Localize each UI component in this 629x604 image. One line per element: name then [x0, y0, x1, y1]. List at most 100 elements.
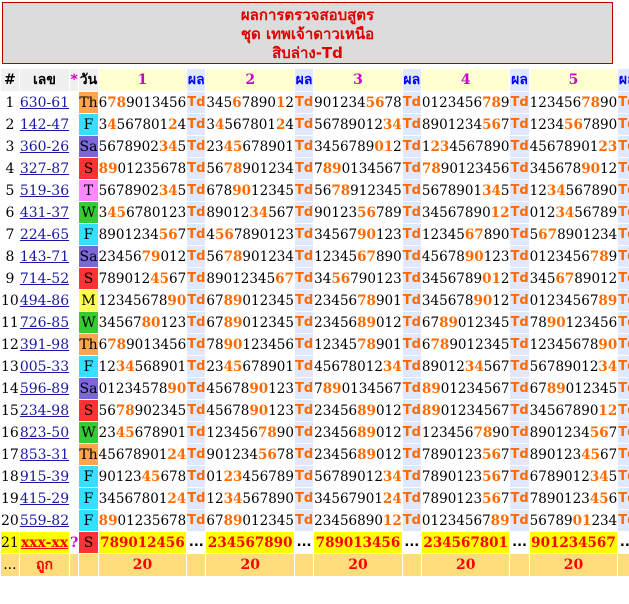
row-result-2: Td: [294, 422, 314, 443]
row-day-badge: Sa: [79, 136, 98, 157]
row-number-link[interactable]: 726-85: [19, 312, 70, 333]
row-sequence-1: 3456780124: [98, 114, 187, 135]
row-number-link[interactable]: 224-65: [19, 224, 70, 245]
row-result-4: Td: [510, 290, 529, 311]
row-result-2: Td: [294, 180, 314, 201]
row-number-link[interactable]: 391-98: [19, 334, 70, 355]
row-result-4: Td: [510, 114, 529, 135]
row-result-1: Td: [187, 136, 206, 157]
row-result-3: Td: [402, 158, 421, 179]
row-sequence-1: 8901235678: [98, 158, 187, 179]
row-day-badge: F: [79, 510, 98, 531]
row-number-link[interactable]: 853-31: [19, 444, 70, 465]
row-number-link[interactable]: 915-39: [19, 466, 70, 487]
table-row: 11 726-85 W 3456780123 Td 6789012345 Td 2345689…: [1, 312, 629, 333]
row-sequence-2: 8901234567: [206, 202, 294, 223]
prediction-dots-4: ...: [510, 532, 529, 553]
prediction-dots-1: ...: [187, 532, 206, 553]
row-number-link[interactable]: 142-47: [19, 114, 70, 135]
row-sequence-4: 1234567890: [421, 136, 510, 157]
row-result-2: Td: [294, 510, 314, 531]
row-result-5: Td: [618, 510, 629, 531]
row-result-5: Td: [618, 334, 629, 355]
row-sequence-2: 4567890123: [206, 378, 294, 399]
row-result-3: Td: [402, 378, 421, 399]
prediction-row: 21 xxx-xx ? S 789012456 ... 234567890 ..…: [1, 532, 629, 553]
row-number-link[interactable]: 005-33: [19, 356, 70, 377]
row-day-badge: F: [79, 224, 98, 245]
row-result-3: Td: [402, 356, 421, 377]
row-day-badge: W: [79, 422, 98, 443]
row-result-4: Td: [510, 400, 529, 421]
results-table: # เลข * วัน 1 ผล 2 ผล 3 ผล 4 ผล 5 ผล 163…: [0, 68, 629, 577]
row-index: 8: [1, 246, 19, 267]
col-hash: #: [1, 69, 19, 91]
row-index: 20: [1, 510, 19, 531]
row-sequence-2: 3456789012: [206, 92, 294, 113]
row-sequence-1: 9012345678: [98, 466, 187, 487]
row-result-3: Td: [402, 136, 421, 157]
row-sequence-2: 6789012345: [206, 312, 294, 333]
row-star: [70, 202, 79, 223]
prediction-day: S: [79, 532, 98, 553]
row-sequence-5: 3456789012: [529, 158, 618, 179]
row-sequence-2: 1234567890: [206, 488, 294, 509]
totals-row: ... ถูก 20 20 20 20 20: [1, 554, 629, 576]
totals-spacer: [70, 554, 79, 576]
row-sequence-3: 5678901234: [314, 114, 402, 135]
row-result-1: Td: [187, 488, 206, 509]
row-number-link[interactable]: 234-98: [19, 400, 70, 421]
row-result-3: Td: [402, 510, 421, 531]
table-row: 3 360-26 Sa 5678902345 Td 2345678901 Td 3456789…: [1, 136, 629, 157]
row-star: [70, 312, 79, 333]
row-day-badge: F: [79, 114, 98, 135]
row-sequence-4: 7890123567: [421, 488, 510, 509]
row-day-badge: F: [79, 356, 98, 377]
row-result-5: Td: [618, 224, 629, 245]
header-subtitle: ชุด เทพเจ้าดาวเหนือ: [240, 25, 375, 43]
row-result-1: Td: [187, 246, 206, 267]
row-result-4: Td: [510, 246, 529, 267]
row-number-link[interactable]: 415-29: [19, 488, 70, 509]
prediction-number-link[interactable]: xxx-xx: [19, 532, 70, 553]
row-number-link[interactable]: 494-86: [19, 290, 70, 311]
row-result-5: Td: [618, 268, 629, 289]
row-index: 13: [1, 356, 19, 377]
row-sequence-3: 3456789012: [314, 136, 402, 157]
row-number-link[interactable]: 714-52: [19, 268, 70, 289]
row-sequence-1: 5678902345: [98, 136, 187, 157]
table-row: 12 391-98 Th 6789013456 Td 7890123456 Td 123457…: [1, 334, 629, 355]
row-result-3: Td: [402, 444, 421, 465]
row-sequence-1: 8901234567: [98, 224, 187, 245]
row-result-2: Td: [294, 92, 314, 113]
row-number-link[interactable]: 596-89: [19, 378, 70, 399]
table-row: 13 005-33 F 1234568901 Td 2345678901 Td 4567801…: [1, 356, 629, 377]
row-number-link[interactable]: 431-37: [19, 202, 70, 223]
row-star: [70, 466, 79, 487]
table-row: 5 519-36 T 5678902345 Td 6789012345 Td 56789123…: [1, 180, 629, 201]
row-result-2: Td: [294, 268, 314, 289]
row-sequence-4: 7890123567: [421, 466, 510, 487]
row-number-link[interactable]: 360-26: [19, 136, 70, 157]
row-index: 16: [1, 422, 19, 443]
row-result-5: Td: [618, 400, 629, 421]
row-day-badge: F: [79, 488, 98, 509]
table-row: 4 327-87 S 8901235678 Td 5678901234 Td 78901345…: [1, 158, 629, 179]
col-result-1: ผล: [187, 69, 206, 91]
row-result-2: Td: [294, 158, 314, 179]
table-row: 6 431-37 W 3456780123 Td 8901234567 Td 90123567…: [1, 202, 629, 223]
row-number-link[interactable]: 327-87: [19, 158, 70, 179]
row-number-link[interactable]: 559-82: [19, 510, 70, 531]
row-result-1: Td: [187, 224, 206, 245]
row-sequence-1: 5678902345: [98, 180, 187, 201]
row-number-link[interactable]: 823-50: [19, 422, 70, 443]
row-result-5: Td: [618, 246, 629, 267]
row-number-link[interactable]: 519-36: [19, 180, 70, 201]
row-result-4: Td: [510, 312, 529, 333]
row-result-3: Td: [402, 334, 421, 355]
row-number-link[interactable]: 630-61: [19, 92, 70, 113]
row-number-link[interactable]: 143-71: [19, 246, 70, 267]
row-result-4: Td: [510, 356, 529, 377]
row-sequence-4: 6789012345: [421, 334, 510, 355]
row-sequence-3: 7890134567: [314, 158, 402, 179]
